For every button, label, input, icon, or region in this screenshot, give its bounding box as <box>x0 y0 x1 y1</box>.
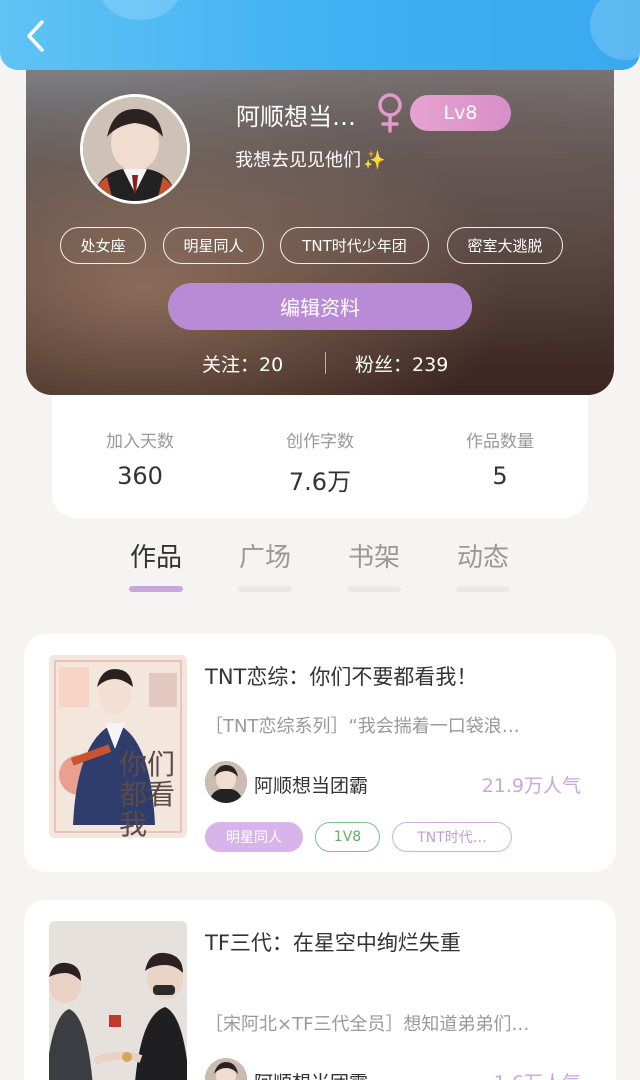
work-title[interactable]: TF三代：在星空中绚烂失重 <box>205 927 461 957</box>
fans-value: 239 <box>412 354 449 376</box>
author-name[interactable]: 阿顺想当团霸 <box>254 771 368 798</box>
work-tag[interactable]: TNT时代… <box>392 822 512 852</box>
following-count[interactable]: 关注：20 <box>202 350 283 377</box>
stat-value: 5 <box>492 462 508 490</box>
female-symbol-icon <box>374 92 406 138</box>
profile-avatar[interactable] <box>80 94 190 204</box>
work-cover[interactable] <box>49 921 187 1080</box>
follow-divider <box>325 352 326 374</box>
edit-profile-button[interactable]: 编辑资料 <box>168 283 472 330</box>
work-card[interactable]: TF三代：在星空中绚烂失重 ［宋阿北×TF三代全员］想知道弟弟们… 阿顺想当团霸… <box>24 900 616 1080</box>
popularity-count: 1.6万人气 <box>494 1068 581 1080</box>
fans-count[interactable]: 粉丝：239 <box>355 350 448 377</box>
stat-word-count: 创作字数 7.6万 <box>240 427 400 497</box>
author-avatar[interactable] <box>205 1058 247 1080</box>
author-avatar-image <box>205 1058 247 1080</box>
tab-plaza[interactable]: 广场 <box>225 537 305 574</box>
stat-value: 360 <box>117 462 163 490</box>
work-description: ［TNT恋综系列］“我会揣着一口袋浪… <box>205 716 520 737</box>
popularity-count: 21.9万人气 <box>481 775 581 797</box>
cover-illustration <box>49 921 187 1080</box>
chevron-left-icon <box>27 20 44 52</box>
work-tag[interactable]: 1V8 <box>315 822 380 852</box>
following-label: 关注： <box>202 354 260 376</box>
profile-tag[interactable]: 明星同人 <box>163 227 264 264</box>
stat-label: 作品数量 <box>466 432 534 452</box>
author-avatar-image <box>205 761 247 803</box>
author-avatar[interactable] <box>205 761 247 803</box>
level-badge: Lv8 <box>410 95 511 131</box>
profile-card <box>26 40 614 395</box>
tab-bookshelf[interactable]: 书架 <box>334 537 414 574</box>
back-button[interactable] <box>18 16 54 56</box>
profile-bio: 我想去见见他们 ✨ <box>235 146 385 172</box>
tab-activity-underline <box>456 586 510 592</box>
top-header-bar <box>0 0 640 70</box>
work-tag[interactable]: 明星同人 <box>205 822 303 852</box>
author-name[interactable]: 阿顺想当团霸 <box>254 1068 368 1080</box>
work-card[interactable]: 你们都看我 TNT恋综：你们不要都看我！ ［TNT恋综系列］“我会揣着一口袋浪…… <box>24 634 616 872</box>
tab-bookshelf-underline <box>347 586 401 592</box>
profile-tag[interactable]: 密室大逃脱 <box>447 227 563 264</box>
stats-card: 加入天数 360 创作字数 7.6万 作品数量 5 <box>52 395 588 518</box>
tab-works-underline <box>129 586 183 592</box>
tab-plaza-underline <box>238 586 292 592</box>
avatar-portrait <box>83 97 187 201</box>
work-description: ［宋阿北×TF三代全员］想知道弟弟们… <box>205 1014 530 1035</box>
stat-label: 加入天数 <box>106 432 174 452</box>
tab-activity[interactable]: 动态 <box>443 537 523 574</box>
profile-tag[interactable]: 处女座 <box>60 227 146 264</box>
work-title[interactable]: TNT恋综：你们不要都看我！ <box>205 661 477 691</box>
stat-join-days: 加入天数 360 <box>60 427 220 490</box>
stat-works-count: 作品数量 5 <box>420 427 580 490</box>
stat-value: 7.6万 <box>288 468 352 496</box>
stat-label: 创作字数 <box>286 432 354 452</box>
tab-works[interactable]: 作品 <box>116 537 196 574</box>
fans-label: 粉丝： <box>355 354 413 376</box>
sparkles-icon: ✨ <box>363 150 386 171</box>
cover-title-text: 你们都看我 <box>119 748 176 839</box>
bio-text: 我想去见见他们 <box>235 150 361 171</box>
profile-tag[interactable]: TNT时代少年团 <box>280 227 429 264</box>
work-cover[interactable]: 你们都看我 <box>49 655 187 838</box>
following-value: 20 <box>259 354 284 376</box>
profile-username: 阿顺想当… <box>236 103 356 131</box>
